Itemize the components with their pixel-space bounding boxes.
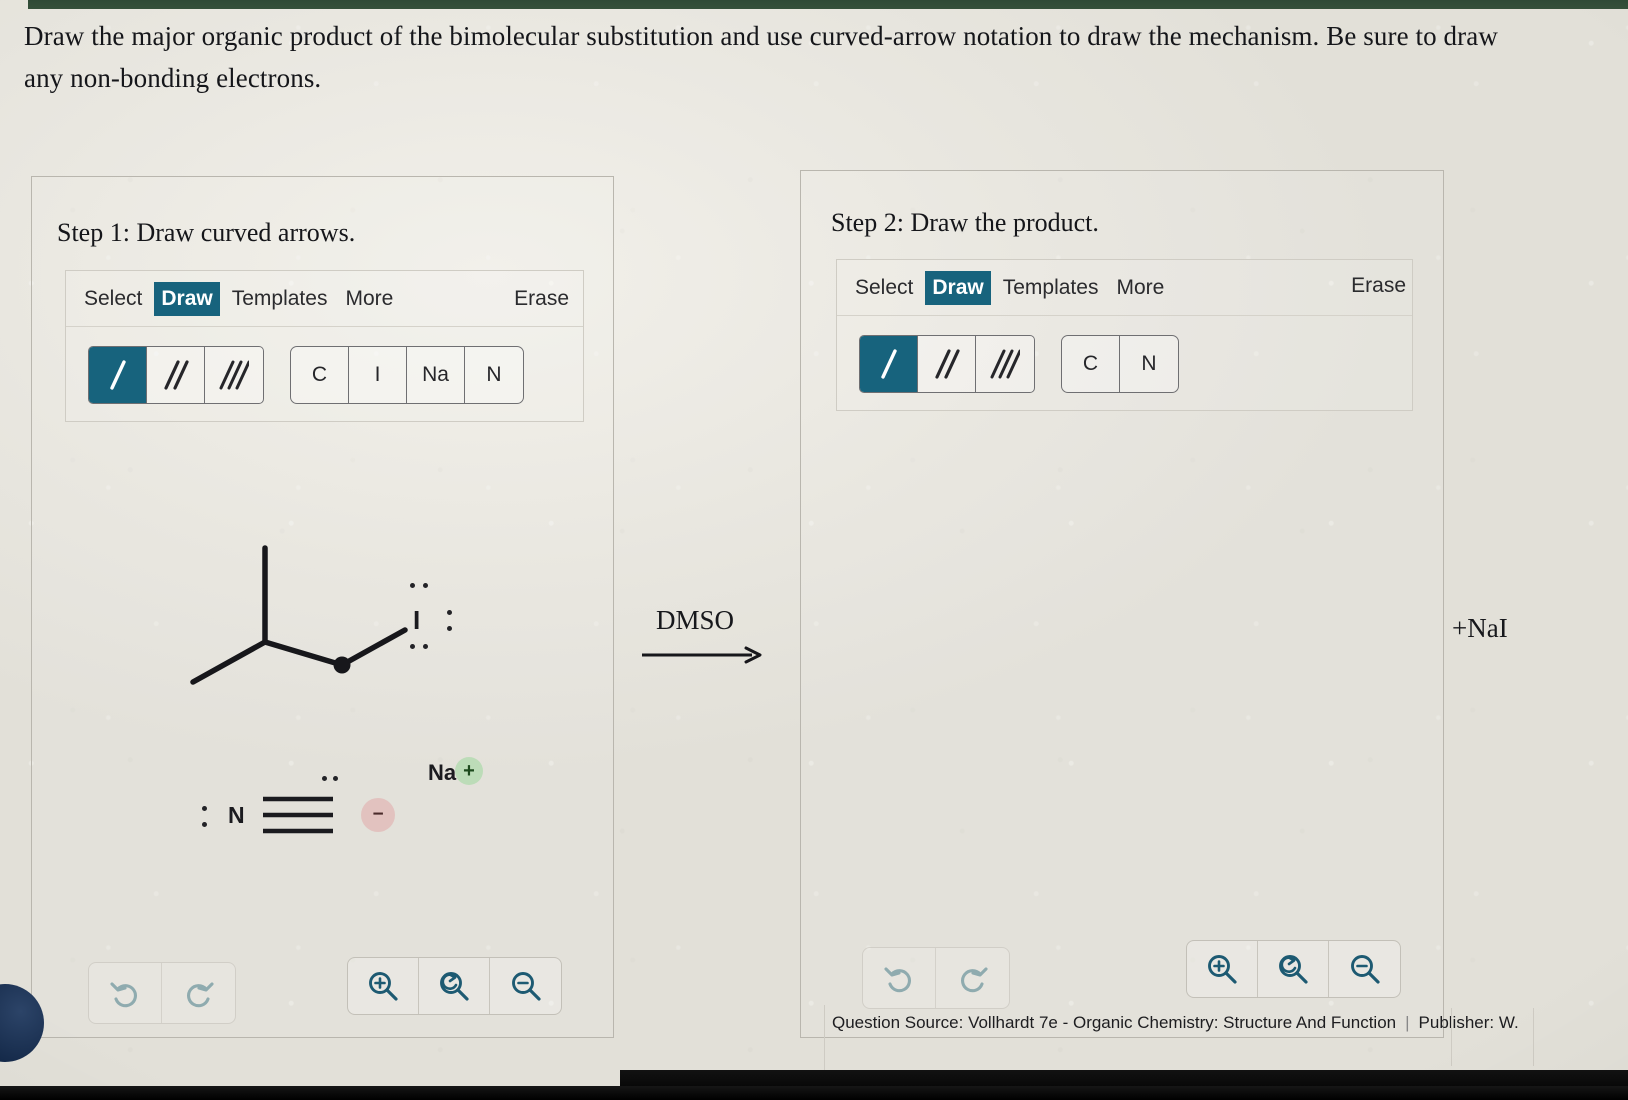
negative-charge-badge: − bbox=[361, 798, 395, 832]
positive-charge-badge: + bbox=[455, 757, 483, 785]
byproduct-label: +NaI bbox=[1452, 613, 1508, 643]
atom-button-c-1[interactable]: C bbox=[291, 346, 349, 403]
zoom-in-button-2[interactable] bbox=[1187, 941, 1258, 997]
source-divider: | bbox=[1405, 1013, 1410, 1032]
step-1-drawing-canvas[interactable]: I N − Na + bbox=[65, 430, 584, 930]
cyanide-triple-bond bbox=[263, 796, 333, 834]
single-bond-button-2[interactable] bbox=[860, 335, 918, 392]
menu-item-draw-2[interactable]: Draw bbox=[925, 270, 991, 305]
menu-item-templates-1[interactable]: Templates bbox=[223, 283, 337, 315]
footer-rule-right bbox=[1451, 1008, 1452, 1066]
zoom-in-icon bbox=[369, 972, 398, 1001]
step-2-zoom-group bbox=[1186, 940, 1401, 998]
atom-button-na-1[interactable]: Na bbox=[407, 346, 465, 403]
reaction-arrow-icon bbox=[642, 646, 762, 664]
step-2-editor-toolbar: Select Draw Templates More Erase C N bbox=[836, 259, 1413, 411]
carbanion-lone-pair-dot bbox=[322, 776, 327, 781]
top-green-bar bbox=[28, 0, 1628, 9]
footer-rule-far-right bbox=[1533, 1008, 1534, 1066]
atom-button-n-1[interactable]: N bbox=[465, 346, 523, 403]
sodium-atom-label: Na bbox=[428, 760, 457, 785]
undo-icon bbox=[884, 967, 911, 993]
undo-button-2[interactable] bbox=[863, 948, 936, 1008]
step-1-tool-row: C I Na N bbox=[66, 327, 583, 422]
question-prompt: Draw the major organic product of the bi… bbox=[24, 21, 1498, 93]
redo-icon bbox=[186, 982, 214, 1008]
source-text: Question Source: Vollhardt 7e - Organic … bbox=[832, 1013, 1397, 1032]
menu-item-select-1[interactable]: Select bbox=[75, 283, 151, 315]
triple-bond-button-2[interactable] bbox=[976, 335, 1034, 392]
menu-item-draw-1[interactable]: Draw bbox=[154, 281, 220, 316]
zoom-out-button-2[interactable] bbox=[1329, 941, 1400, 997]
zoom-reset-button-2[interactable] bbox=[1258, 941, 1329, 997]
atom-button-i-1[interactable]: I bbox=[349, 346, 407, 403]
zoom-reset-icon bbox=[440, 972, 469, 1001]
menu-item-more-2[interactable]: More bbox=[1107, 272, 1173, 304]
atom-tool-group-1: C I Na N bbox=[290, 345, 524, 404]
zoom-reset-icon bbox=[1279, 955, 1308, 984]
double-bond-icon bbox=[934, 348, 960, 379]
zoom-out-icon bbox=[511, 972, 541, 1001]
redo-button-2[interactable] bbox=[936, 948, 1009, 1008]
bond-tool-group-1 bbox=[88, 345, 264, 404]
triple-bond-button-1[interactable] bbox=[205, 346, 263, 403]
menu-item-templates-2[interactable]: Templates bbox=[994, 272, 1108, 304]
double-bond-icon bbox=[163, 359, 189, 390]
question-source-footer: Question Source: Vollhardt 7e - Organic … bbox=[832, 1013, 1519, 1033]
step-1-menu-row: Select Draw Templates More Erase bbox=[66, 271, 583, 327]
single-bond-icon bbox=[880, 348, 897, 379]
atom-tool-group-2: C N bbox=[1061, 334, 1179, 393]
atom-button-c-2[interactable]: C bbox=[1062, 335, 1120, 392]
step-2-menu-row: Select Draw Templates More Erase bbox=[837, 260, 1412, 316]
redo-button-1[interactable] bbox=[162, 963, 235, 1023]
double-bond-button-1[interactable] bbox=[147, 346, 205, 403]
step-1-undo-redo-group bbox=[88, 962, 236, 1024]
bottom-black-bar bbox=[0, 1086, 1628, 1100]
step-1-title: Step 1: Draw curved arrows. bbox=[57, 218, 356, 247]
step-2-tool-row: C N bbox=[837, 316, 1412, 411]
redo-icon bbox=[960, 967, 988, 993]
publisher-text: Publisher: W. bbox=[1418, 1013, 1519, 1032]
atom-button-n-2[interactable]: N bbox=[1120, 335, 1178, 392]
triple-bond-icon bbox=[990, 349, 1020, 378]
zoom-in-icon bbox=[1208, 955, 1237, 984]
step-1-zoom-group bbox=[347, 957, 562, 1015]
single-bond-icon bbox=[109, 359, 126, 390]
erase-button-1[interactable]: Erase bbox=[514, 287, 569, 311]
undo-button-1[interactable] bbox=[89, 963, 162, 1023]
step-2-undo-redo-group bbox=[862, 947, 1010, 1009]
zoom-out-icon bbox=[1350, 955, 1380, 984]
step-2-title: Step 2: Draw the product. bbox=[831, 208, 1099, 237]
double-bond-button-2[interactable] bbox=[918, 335, 976, 392]
menu-item-select-2[interactable]: Select bbox=[846, 272, 922, 304]
bond-tool-group-2 bbox=[859, 334, 1035, 393]
carbanion-lone-pair-dot bbox=[333, 776, 338, 781]
triple-bond-icon bbox=[219, 360, 249, 389]
reagent-label: DMSO bbox=[656, 605, 735, 635]
single-bond-button-1[interactable] bbox=[89, 346, 147, 403]
step-1-editor-toolbar: Select Draw Templates More Erase C I Na … bbox=[65, 270, 584, 422]
zoom-out-button-1[interactable] bbox=[490, 958, 561, 1014]
menu-item-more-1[interactable]: More bbox=[336, 283, 402, 315]
step-2-drawing-canvas[interactable] bbox=[836, 420, 1413, 920]
undo-icon bbox=[110, 982, 137, 1008]
zoom-reset-button-1[interactable] bbox=[419, 958, 490, 1014]
erase-button-2[interactable]: Erase bbox=[1351, 274, 1406, 298]
zoom-in-button-1[interactable] bbox=[348, 958, 419, 1014]
